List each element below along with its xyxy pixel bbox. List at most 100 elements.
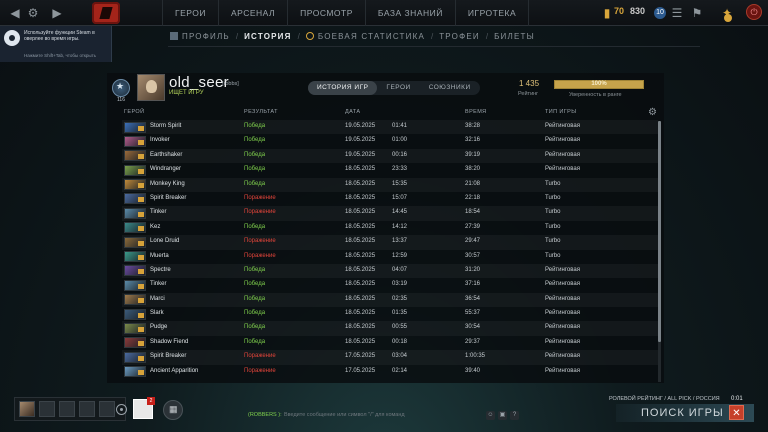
header-date[interactable]: ДАТА [345, 109, 360, 115]
party-slot-empty[interactable] [99, 401, 115, 417]
table-row[interactable]: Spectre Победа 18.05.2025 04:07 31:20 Рейтинг… [122, 263, 658, 279]
table-row[interactable]: Marci Победа 18.05.2025 02:35 36:54 Рейтингов… [122, 292, 658, 308]
table-row[interactable]: Tinker Победа 18.05.2025 03:19 37:16 Рейтинго… [122, 278, 658, 292]
tab-separator: / [235, 31, 239, 41]
help-icon[interactable]: ? [510, 411, 519, 420]
hero-portrait [124, 207, 146, 219]
gold-icon: ▮ [603, 6, 611, 20]
table-row[interactable]: Pudge Победа 18.05.2025 00:55 30:54 Рейтингов… [122, 321, 658, 336]
hero-portrait [124, 351, 146, 363]
table-settings-gear-icon[interactable]: ⚙ [648, 107, 657, 118]
match-time: 15:07 [392, 194, 408, 201]
table-row[interactable]: Invoker Победа 19.05.2025 01:00 32:16 Рейтинг… [122, 134, 658, 148]
scrollbar-thumb[interactable] [658, 121, 661, 342]
table-row[interactable]: Lone Druid Поражение 18.05.2025 13:37 29:47 T… [122, 235, 658, 250]
cancel-search-close-icon[interactable]: ✕ [729, 405, 744, 420]
hero-name: Marci [150, 295, 165, 302]
nav-watch[interactable]: ПРОСМОТР [287, 0, 365, 26]
game-type: Рейтинговая [545, 295, 580, 302]
level-badge[interactable]: 10 [654, 7, 666, 19]
match-duration: 39:19 [465, 151, 481, 158]
back-arrow-icon[interactable]: ◀ [8, 6, 22, 20]
match-result: Поражение [244, 353, 276, 360]
steam-overlay-popup[interactable]: Используйте функции Steam в оверлее во в… [0, 26, 112, 62]
inventory-card-icon[interactable]: 2 [133, 397, 155, 419]
match-duration: 39:40 [465, 367, 481, 374]
power-icon[interactable]: ⏻ [746, 4, 762, 20]
tab-trophies[interactable]: ТРОФЕИ [439, 32, 480, 41]
hero-portrait [124, 121, 146, 133]
nav-learn[interactable]: БАЗА ЗНАНИЙ [364, 0, 455, 26]
camera-icon[interactable]: ▣ [498, 411, 507, 420]
match-date: 19.05.2025 [345, 137, 376, 144]
tab-profile[interactable]: ПРОФИЛЬ [182, 32, 230, 41]
hero-portrait [124, 222, 146, 234]
match-time: 01:00 [392, 137, 408, 144]
match-time: 00:55 [392, 324, 408, 331]
hero-portrait [124, 179, 146, 191]
gear-icon[interactable]: ⚙ [26, 6, 40, 20]
hero-portrait [124, 337, 146, 349]
match-duration: 29:37 [465, 338, 481, 345]
header-game-type[interactable]: ТИП ИГРЫ [545, 109, 576, 115]
table-row[interactable]: Spirit Breaker Поражение 17.05.2025 03:04 1:… [122, 350, 658, 365]
nav-arcade[interactable]: ИГРОТЕКА [454, 0, 530, 26]
rank-medal[interactable]: ★ 116 [112, 79, 130, 103]
subnav-divider [168, 46, 700, 47]
friends-icon[interactable]: ☰ [670, 6, 684, 20]
avatar[interactable] [137, 74, 165, 101]
steam-icon [4, 30, 20, 46]
chat-input[interactable]: (ROBBERS ): Введите сообщение или символ… [240, 410, 520, 421]
match-date: 18.05.2025 [345, 338, 376, 345]
table-row[interactable]: Ancient Apparition Поражение 17.05.2025 02:… [122, 365, 658, 379]
table-row[interactable]: Monkey King Победа 18.05.2025 15:35 21:08 Tur… [122, 177, 658, 192]
subtab-match-history[interactable]: ИСТОРИЯ ИГР [308, 81, 378, 95]
hero-portrait [124, 251, 146, 263]
hero-name: Spirit Breaker [150, 353, 187, 360]
match-duration: 30:54 [465, 324, 481, 331]
menu-grid-icon[interactable] [163, 400, 183, 420]
table-row[interactable]: Shadow Fiend Победа 18.05.2025 00:18 29:37 Ре… [122, 336, 658, 350]
table-row[interactable]: Tinker Поражение 18.05.2025 14:45 18:54 Turbo [122, 206, 658, 221]
subtab-allies[interactable]: СОЮЗНИКИ [420, 81, 480, 95]
nav-armory[interactable]: АРСЕНАЛ [217, 0, 287, 26]
tab-battle-stats[interactable]: БОЕВАЯ СТАТИСТИКА [318, 32, 425, 41]
table-row[interactable]: Storm Spirit Победа 19.05.2025 01:41 38:28 Ре… [122, 120, 658, 135]
table-row[interactable]: Slark Победа 18.05.2025 01:35 55:37 Рейтингов… [122, 307, 658, 321]
table-row[interactable]: Muerta Поражение 18.05.2025 12:59 30:57 Turbo [122, 250, 658, 264]
party-slot-empty[interactable] [39, 401, 55, 417]
party-slot-self[interactable] [19, 401, 35, 417]
match-time: 14:45 [392, 209, 408, 216]
game-type: Рейтинговая [545, 137, 580, 144]
match-time: 04:07 [392, 266, 408, 273]
game-type: Turbo [545, 223, 561, 230]
nav-heroes[interactable]: ГЕРОИ [162, 0, 218, 26]
party-slot-empty[interactable] [59, 401, 75, 417]
table-row[interactable]: Spirit Breaker Поражение 18.05.2025 15:07 22… [122, 192, 658, 206]
tab-separator: / [485, 31, 489, 41]
battlepass-icon[interactable]: ⚑ [690, 6, 704, 20]
match-duration: 22:18 [465, 194, 481, 201]
party-slot-empty[interactable] [79, 401, 95, 417]
emoji-icon[interactable]: ☺ [486, 411, 495, 420]
header-duration[interactable]: ВРЕМЯ [465, 109, 487, 115]
tab-separator: / [297, 31, 300, 41]
play-icon[interactable]: ▶ [50, 6, 64, 20]
steam-message: Используйте функции Steam в оверлее во в… [24, 30, 95, 42]
table-row[interactable]: Earthshaker Победа 19.05.2025 00:16 39:19 Рей… [122, 148, 658, 164]
table-row[interactable]: Windranger Победа 18.05.2025 23:33 38:20 Рейт… [122, 163, 658, 177]
subtab-heroes[interactable]: ГЕРОИ [377, 81, 419, 95]
dota-logo-icon[interactable] [92, 2, 120, 24]
tab-history[interactable]: ИСТОРИЯ [244, 32, 291, 41]
match-duration: 37:16 [465, 281, 481, 288]
scrollbar-track[interactable] [658, 342, 661, 382]
match-duration: 31:20 [465, 266, 481, 273]
hero-portrait [124, 135, 146, 147]
header-hero[interactable]: ГЕРОЙ [124, 109, 144, 115]
party-settings-icon[interactable] [116, 404, 127, 415]
game-type: Рейтинговая [545, 310, 580, 317]
tab-tickets[interactable]: БИЛЕТЫ [494, 32, 535, 41]
table-row[interactable]: Kez Победа 18.05.2025 14:12 27:39 Turbo [122, 221, 658, 235]
header-result[interactable]: РЕЗУЛЬТАТ [244, 109, 278, 115]
match-result: Победа [244, 137, 266, 144]
